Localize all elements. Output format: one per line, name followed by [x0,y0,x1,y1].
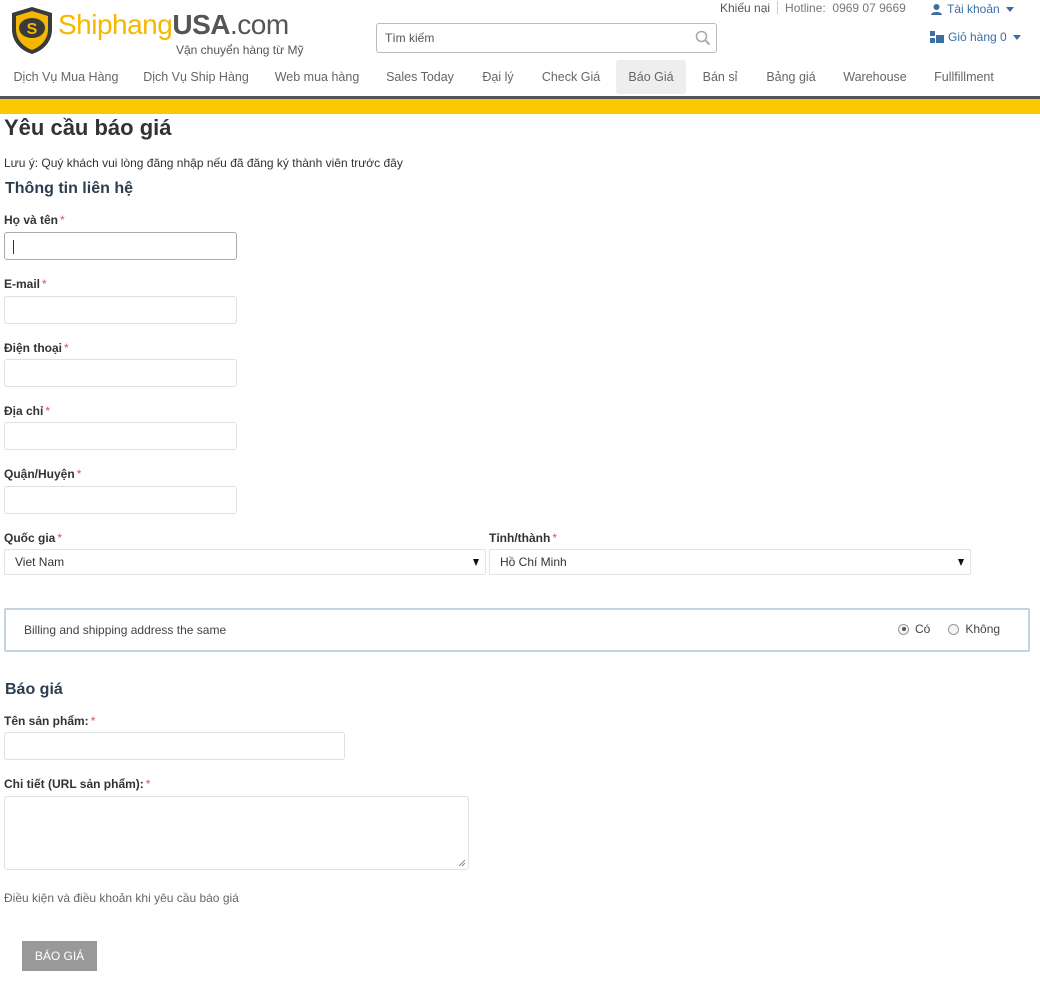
nav-item-ship-hang[interactable]: Dịch Vụ Ship Hàng [136,60,256,94]
required-mark: * [60,213,65,227]
page-title: Yêu cầu báo giá [4,115,172,140]
cart-menu[interactable]: Giỏ hàng 0 [930,30,1021,44]
main-nav: Dịch Vụ Mua Hàng Dịch Vụ Ship Hàng Web m… [0,60,1040,96]
top-links: Khiếu nại Hotline: 0969 07 9669 [720,1,906,15]
phone-field[interactable] [4,359,237,387]
required-mark: * [42,277,47,291]
email-field[interactable] [4,296,237,324]
nav-item-web-mua-hang[interactable]: Web mua hàng [266,60,368,94]
nav-item-ban-si[interactable]: Bán sỉ [694,60,746,94]
required-mark: * [552,531,557,545]
hotline-label: Hotline: [785,1,826,15]
nav-item-check-gia[interactable]: Check Giá [534,60,608,94]
radio-no[interactable] [948,623,960,635]
chevron-down-icon [1012,34,1021,40]
address-label: Địa chỉ * [4,404,51,418]
cart-label: Giỏ hàng 0 [948,30,1007,44]
divider [777,1,779,14]
cart-icon [930,31,944,43]
province-select[interactable]: Hồ Chí Minh [489,549,971,575]
svg-text:S: S [27,21,38,38]
phone-label: Điện thoại * [4,341,69,355]
dropdown-arrow-icon [473,559,479,566]
dropdown-arrow-icon [958,559,964,566]
nav-item-fullfillment[interactable]: Fullfillment [924,60,1004,94]
billing-same-label: Billing and shipping address the same [24,623,227,637]
nav-item-sales-today[interactable]: Sales Today [378,60,462,94]
email-label: E-mail * [4,277,47,291]
terms-link[interactable]: Điều kiện và điều khoản khi yêu cầu báo … [4,891,239,905]
product-name-field[interactable] [4,732,345,760]
logo-tagline: Vận chuyển hàng từ Mỹ [176,43,304,57]
site-logo[interactable]: S ShiphangUSA.com Vận chuyển hàng từ Mỹ [8,5,308,59]
account-label: Tài khoản [947,2,1000,16]
nav-item-bao-gia[interactable]: Báo Giá [616,60,686,94]
required-mark: * [145,777,151,791]
district-field[interactable] [4,486,237,514]
product-label: Tên sản phẩm: * [4,714,96,728]
country-value: Viet Nam [15,555,65,569]
nav-item-warehouse[interactable]: Warehouse [836,60,914,94]
required-mark: * [45,404,51,418]
country-label: Quốc gia * [4,531,63,545]
resize-handle-icon[interactable] [458,859,466,867]
complaint-link[interactable]: Khiếu nại [720,1,770,15]
billing-radio-group: Có Không [898,622,1018,636]
shield-logo-icon: S [12,7,52,54]
request-quote-button[interactable]: BÁO GIÁ [22,941,97,971]
required-mark: * [90,714,96,728]
name-label: Họ và tên * [4,213,65,227]
hotline-number: 0969 07 9669 [832,1,906,15]
radio-yes[interactable] [898,623,909,635]
name-field[interactable] [4,232,237,260]
logo-wordmark: ShiphangUSA.com [58,9,289,40]
search-box [376,23,717,53]
quote-section-title: Báo giá [5,681,63,698]
user-icon [931,3,942,15]
account-menu[interactable]: Tài khoản [930,2,1014,16]
search-icon[interactable] [695,30,711,46]
chevron-down-icon [1005,6,1014,12]
province-value: Hồ Chí Minh [500,555,567,569]
text-cursor [13,240,14,254]
required-mark: * [57,531,63,545]
required-mark: * [76,467,82,481]
nav-item-bang-gia[interactable]: Bảng giá [756,60,826,94]
product-url-textarea[interactable] [4,796,469,870]
nav-item-dai-ly[interactable]: Đại lý [472,60,524,94]
radio-yes-label[interactable]: Có [915,622,930,636]
nav-item-mua-hang[interactable]: Dịch Vụ Mua Hàng [6,60,126,94]
search-input[interactable] [377,24,687,52]
province-label: Tỉnh/thành * [489,531,557,545]
address-field[interactable] [4,422,237,450]
district-label: Quận/Huyện * [4,467,82,481]
required-mark: * [64,341,69,355]
login-note: Lưu ý: Quý khách vui lòng đăng nhập nếu … [4,156,403,170]
radio-no-label[interactable]: Không [965,622,1000,636]
detail-label: Chi tiết (URL sản phẩm): * [4,777,151,791]
brand-bar [0,99,1040,114]
billing-same-box: Billing and shipping address the same Có… [4,608,1030,652]
country-select[interactable]: Viet Nam [4,549,486,575]
contact-section-title: Thông tin liên hệ [5,180,133,197]
